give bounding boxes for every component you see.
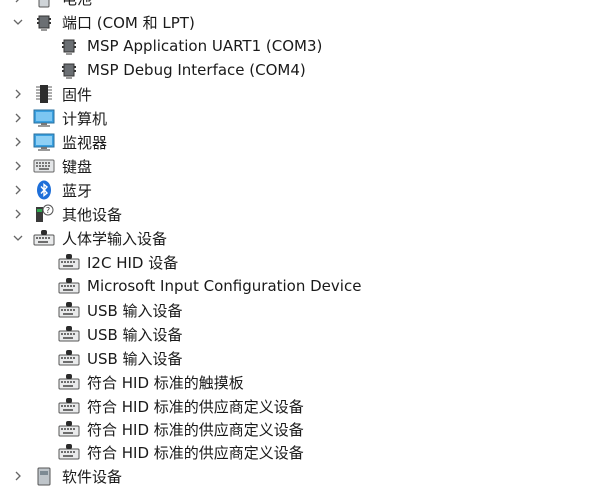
hid-icon [58,419,80,439]
tree-item-label: 符合 HID 标准的触摸板 [87,373,244,392]
chevron-right-icon[interactable] [11,202,25,226]
unknown-device-icon: ? [33,204,55,224]
chevron-right-icon[interactable] [11,0,25,10]
tree-item-i2c-hid[interactable]: I2C HID 设备 [0,250,601,274]
hid-icon [58,300,80,320]
bluetooth-icon [33,180,55,200]
tree-item-usb-input-3[interactable]: USB 输入设备 [0,346,601,370]
tree-item-com3[interactable]: MSP Application UART1 (COM3) [0,34,601,58]
monitor-icon [33,132,55,152]
port-icon [58,60,80,80]
tree-item-label: 符合 HID 标准的供应商定义设备 [87,443,304,462]
chevron-right-icon[interactable] [11,130,25,154]
tree-item-label: 蓝牙 [62,181,93,200]
firmware-chip-icon [33,84,55,104]
tree-item-hid-vendor-1[interactable]: 符合 HID 标准的供应商定义设备 [0,394,601,418]
tree-item-label: USB 输入设备 [87,349,183,368]
chevron-down-icon[interactable] [11,226,25,250]
tree-item-usb-input-1[interactable]: USB 输入设备 [0,298,601,322]
svg-text:?: ? [46,206,50,215]
tree-item-keyboards[interactable]: 键盘 [0,154,601,178]
hid-icon [58,348,80,368]
tree-item-software-devices[interactable]: 软件设备 [0,464,601,488]
tree-item-label: 端口 (COM 和 LPT) [62,13,195,32]
tree-item-label: USB 输入设备 [87,325,183,344]
hid-icon [58,442,80,462]
chevron-right-icon[interactable] [11,464,25,488]
hid-icon [58,396,80,416]
tree-item-label: 固件 [62,85,93,104]
computer-monitor-icon [33,108,55,128]
port-icon [58,36,80,56]
tree-item-hid-touchpad[interactable]: 符合 HID 标准的触摸板 [0,370,601,394]
tree-item-battery[interactable]: 电池 [0,0,601,10]
tree-item-label: 符合 HID 标准的供应商定义设备 [87,420,304,439]
chevron-right-icon[interactable] [11,82,25,106]
battery-icon [33,0,55,8]
tree-item-label: 键盘 [62,157,93,176]
chevron-right-icon[interactable] [11,154,25,178]
chevron-right-icon[interactable] [11,178,25,202]
keyboard-icon [33,156,55,176]
tree-item-com4[interactable]: MSP Debug Interface (COM4) [0,58,601,82]
tree-item-hid-vendor-2[interactable]: 符合 HID 标准的供应商定义设备 [0,417,601,441]
tree-item-bluetooth[interactable]: 蓝牙 [0,178,601,202]
tree-item-label: 计算机 [62,109,108,128]
tree-item-monitors[interactable]: 监视器 [0,130,601,154]
tree-item-label: 软件设备 [62,467,123,486]
tree-item-hid[interactable]: 人体学输入设备 [0,226,601,250]
tree-item-other-devices[interactable]: ? 其他设备 [0,202,601,226]
tree-item-label: USB 输入设备 [87,301,183,320]
port-icon [33,12,55,32]
tree-item-label: 符合 HID 标准的供应商定义设备 [87,397,304,416]
tree-item-label: Microsoft Input Configuration Device [87,277,362,295]
chevron-down-icon[interactable] [11,10,25,34]
tree-item-ms-input-config[interactable]: Microsoft Input Configuration Device [0,274,601,298]
tree-item-label: MSP Debug Interface (COM4) [87,61,306,79]
tree-item-firmware[interactable]: 固件 [0,82,601,106]
tree-item-computer[interactable]: 计算机 [0,106,601,130]
tree-item-hid-vendor-3[interactable]: 符合 HID 标准的供应商定义设备 [0,440,601,464]
tree-item-label: 监视器 [62,133,108,152]
hid-icon [58,372,80,392]
tree-item-label: I2C HID 设备 [87,253,179,272]
tree-item-ports[interactable]: 端口 (COM 和 LPT) [0,10,601,34]
software-device-icon [33,466,55,486]
hid-icon [58,252,80,272]
tree-item-label: MSP Application UART1 (COM3) [87,37,323,55]
chevron-right-icon[interactable] [11,106,25,130]
tree-item-label: 其他设备 [62,205,123,224]
hid-icon [58,324,80,344]
tree-item-label: 人体学输入设备 [62,229,168,248]
tree-item-usb-input-2[interactable]: USB 输入设备 [0,322,601,346]
tree-item-label: 电池 [62,0,92,9]
hid-icon [33,228,55,248]
hid-icon [58,276,80,296]
